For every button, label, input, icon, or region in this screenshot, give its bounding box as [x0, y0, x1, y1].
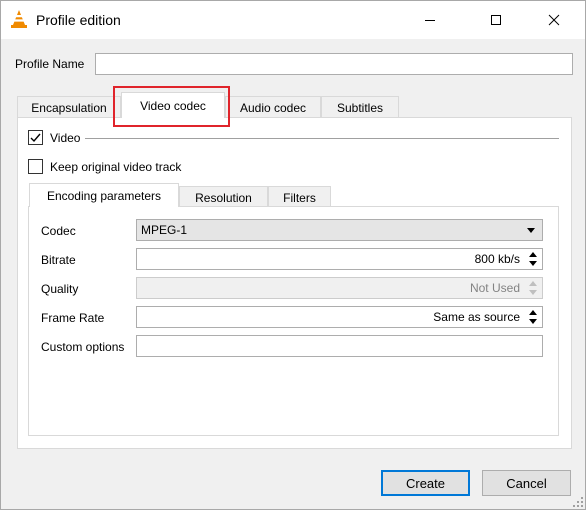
resize-grip-icon[interactable]	[572, 496, 584, 508]
keep-original-label: Keep original video track	[50, 160, 182, 174]
quality-value: Not Used	[469, 281, 520, 295]
tab-label: Encapsulation	[31, 100, 107, 115]
subtab-label: Filters	[283, 190, 316, 205]
minimize-icon	[425, 20, 435, 21]
frame-rate-spinbox[interactable]: Same as source	[136, 306, 543, 328]
custom-options-input[interactable]	[136, 335, 543, 357]
frame-rate-value: Same as source	[433, 310, 520, 324]
spin-down-icon[interactable]	[529, 261, 537, 266]
minimize-button[interactable]	[407, 1, 453, 39]
subtab-label: Resolution	[195, 190, 252, 205]
tab-video-codec[interactable]: Video codec	[121, 92, 225, 118]
title-bar[interactable]: Profile edition	[1, 1, 585, 39]
checkmark-icon	[30, 133, 41, 143]
vlc-cone-icon	[11, 10, 27, 28]
profile-edition-dialog: Profile edition Profile Name Encapsulati…	[0, 0, 586, 510]
codec-select[interactable]: MPEG-1	[136, 219, 543, 241]
keep-original-checkbox[interactable]	[28, 159, 43, 174]
profile-name-label: Profile Name	[15, 57, 85, 71]
spin-up-icon[interactable]	[529, 310, 537, 315]
frame-rate-spin-buttons[interactable]	[525, 308, 541, 326]
spin-up-icon[interactable]	[529, 252, 537, 257]
tab-audio-codec[interactable]: Audio codec	[225, 96, 321, 118]
custom-options-label: Custom options	[41, 340, 125, 354]
tab-subtitles[interactable]: Subtitles	[321, 96, 399, 118]
spin-up-icon	[529, 281, 537, 286]
chevron-down-icon	[527, 228, 535, 233]
codec-value: MPEG-1	[141, 223, 188, 237]
close-button[interactable]	[531, 1, 577, 39]
subtab-encoding-parameters[interactable]: Encoding parameters	[29, 183, 179, 207]
profile-name-input[interactable]	[95, 53, 573, 75]
create-button[interactable]: Create	[381, 470, 470, 496]
bitrate-label: Bitrate	[41, 253, 76, 267]
bitrate-spinbox[interactable]: 800 kb/s	[136, 248, 543, 270]
cancel-button[interactable]: Cancel	[482, 470, 571, 496]
tab-label: Video codec	[140, 98, 206, 113]
maximize-icon	[491, 15, 501, 25]
quality-spin-buttons	[525, 279, 541, 297]
tab-label: Audio codec	[239, 100, 307, 115]
spin-down-icon[interactable]	[529, 319, 537, 324]
quality-spinbox: Not Used	[136, 277, 543, 299]
tab-encapsulation[interactable]: Encapsulation	[17, 96, 121, 118]
subtab-filters[interactable]: Filters	[268, 186, 331, 208]
group-divider	[85, 138, 559, 139]
subtab-label: Encoding parameters	[46, 188, 162, 203]
maximize-button[interactable]	[473, 1, 519, 39]
tab-label: Subtitles	[336, 100, 384, 115]
codec-label: Codec	[41, 224, 76, 238]
video-checkbox-label: Video	[50, 131, 81, 145]
video-checkbox[interactable]	[28, 130, 43, 145]
subtab-resolution[interactable]: Resolution	[179, 186, 268, 208]
frame-rate-label: Frame Rate	[41, 311, 105, 325]
quality-label: Quality	[41, 282, 79, 296]
window-title: Profile edition	[36, 12, 121, 28]
bitrate-spin-buttons[interactable]	[525, 250, 541, 268]
bitrate-value: 800 kb/s	[474, 252, 520, 266]
close-icon	[548, 14, 560, 26]
spin-down-icon	[529, 290, 537, 295]
